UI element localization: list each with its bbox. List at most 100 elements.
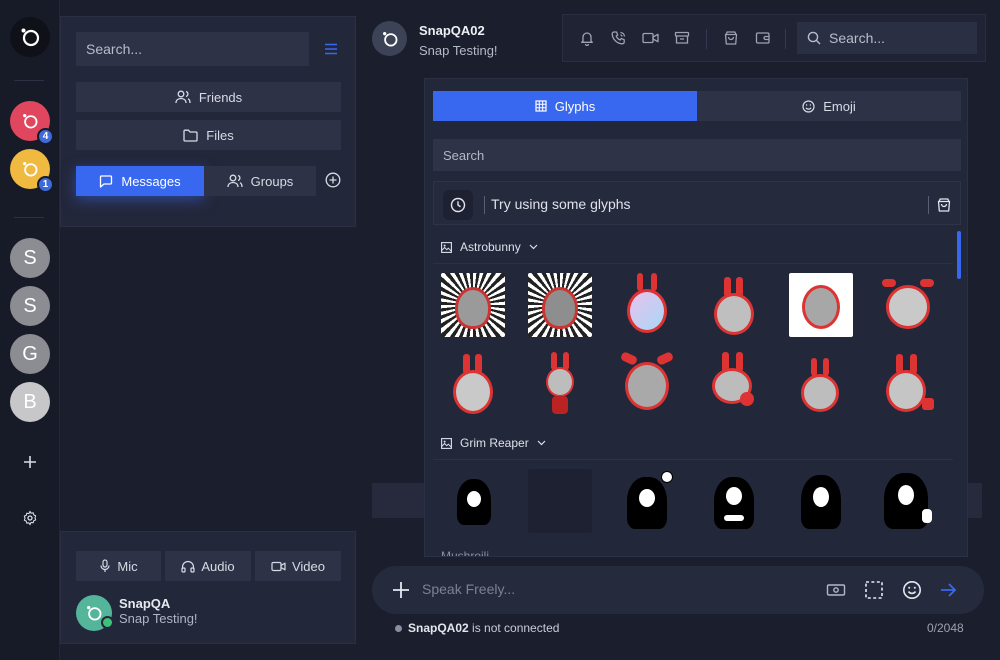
glyph-sticker[interactable] <box>702 469 766 533</box>
server-avatar-2[interactable]: 1 <box>10 149 54 193</box>
try-glyphs-text: Try using some glyphs <box>491 196 631 212</box>
menu-icon[interactable] <box>323 41 339 57</box>
tab-emoji[interactable]: Emoji <box>697 91 961 121</box>
plus-icon <box>24 456 36 468</box>
connection-text: is not connected <box>468 621 560 635</box>
plus-icon[interactable] <box>390 579 412 601</box>
settings-button[interactable] <box>20 508 40 528</box>
glyph-search-input[interactable]: Search <box>433 139 961 171</box>
glyph-sticker[interactable] <box>702 273 766 337</box>
mic-button[interactable]: Mic <box>76 551 161 581</box>
glyph-sticker[interactable] <box>528 352 592 416</box>
recent-button[interactable] <box>443 190 473 220</box>
glyph-sticker[interactable] <box>702 352 766 416</box>
divider <box>484 196 485 214</box>
server-letter-b[interactable]: B <box>10 382 50 422</box>
toolbar-divider <box>706 29 707 49</box>
image-icon <box>441 241 452 253</box>
pack-header-grim-reaper[interactable]: Grim Reaper <box>441 436 546 450</box>
user-name: SnapQA <box>119 596 171 611</box>
files-label: Files <box>206 127 234 143</box>
tab-groups-label: Groups <box>250 173 294 189</box>
server-letter-g[interactable]: G <box>10 334 50 374</box>
users-icon <box>227 174 243 188</box>
glyph-sticker[interactable] <box>789 273 853 337</box>
headphones-icon <box>181 560 195 573</box>
server-rail: 4 1 S S G B <box>0 0 60 660</box>
scrollbar-thumb[interactable] <box>957 231 961 279</box>
add-server-button[interactable] <box>20 452 40 472</box>
chat-avatar[interactable] <box>372 21 407 56</box>
chat-search-input[interactable]: Search... <box>797 22 977 54</box>
bell-icon[interactable] <box>579 30 595 46</box>
glyph-sticker[interactable] <box>441 273 505 337</box>
glyph-sticker[interactable] <box>876 273 940 337</box>
chevron-down-icon <box>537 440 546 446</box>
tab-emoji-label: Emoji <box>823 98 856 114</box>
message-input[interactable]: Speak Freely... <box>422 581 515 597</box>
server-logo-icon <box>23 162 38 177</box>
send-arrow-icon[interactable] <box>938 580 958 600</box>
connection-status: SnapQA02 is not connected <box>408 621 559 635</box>
money-icon[interactable] <box>826 580 846 600</box>
tab-messages[interactable]: Messages <box>76 166 204 196</box>
unread-badge: 4 <box>37 128 54 145</box>
grim-reaper-grid <box>433 459 953 539</box>
connection-dot <box>395 625 402 632</box>
chat-subtitle: Snap Testing! <box>419 43 498 58</box>
mic-icon <box>100 559 110 572</box>
server-logo-icon <box>23 114 38 129</box>
shopping-bag-icon[interactable] <box>936 197 952 213</box>
wallet-icon[interactable] <box>755 30 771 46</box>
audio-label: Audio <box>201 558 235 574</box>
tab-groups[interactable]: Groups <box>204 166 316 196</box>
smile-icon <box>802 99 815 113</box>
glyph-sticker[interactable] <box>789 469 853 533</box>
user-status: Snap Testing! <box>119 611 198 626</box>
smile-icon[interactable] <box>902 580 922 600</box>
glyph-sticker[interactable] <box>615 273 679 337</box>
video-button[interactable]: Video <box>255 551 341 581</box>
tab-glyphs[interactable]: Glyphs <box>433 91 697 121</box>
message-composer: Speak Freely... <box>372 566 984 614</box>
video-icon <box>271 561 286 571</box>
glyph-sticker[interactable] <box>441 469 505 533</box>
pack-header-astrobunny[interactable]: Astrobunny <box>441 240 538 254</box>
image-icon <box>441 437 452 449</box>
divider <box>928 196 929 214</box>
plus-circle-icon[interactable] <box>325 172 341 188</box>
server-avatar-1[interactable]: 4 <box>10 101 54 145</box>
shopping-bag-icon[interactable] <box>723 30 739 46</box>
sidebar-search-input[interactable]: Search... <box>76 32 309 66</box>
search-icon <box>807 31 821 45</box>
recent-glyphs-row: Try using some glyphs <box>433 181 961 225</box>
video-icon[interactable] <box>642 30 659 46</box>
glyph-sticker[interactable] <box>615 352 679 416</box>
sidebar-panel: Search... Friends Files Messages Groups <box>60 16 356 227</box>
glyph-sticker[interactable] <box>528 469 592 533</box>
friends-button[interactable]: Friends <box>76 82 341 112</box>
phone-call-icon[interactable] <box>611 30 627 46</box>
glyph-sticker[interactable] <box>876 469 940 533</box>
app-logo[interactable] <box>10 17 50 57</box>
peer-name: SnapQA02 <box>408 621 469 635</box>
glyph-sticker[interactable] <box>528 273 592 337</box>
server-letter-s[interactable]: S <box>10 286 50 326</box>
users-icon <box>175 90 191 104</box>
glyph-sticker[interactable] <box>615 469 679 533</box>
astrobunny-grid <box>433 263 953 423</box>
mic-label: Mic <box>117 558 138 574</box>
glyph-sticker[interactable] <box>789 352 853 416</box>
archive-icon[interactable] <box>674 30 690 46</box>
server-letter-s[interactable]: S <box>10 238 50 278</box>
glyph-sticker[interactable] <box>876 352 940 416</box>
audio-button[interactable]: Audio <box>165 551 251 581</box>
user-panel: Mic Audio Video SnapQA Snap Testing! <box>60 531 356 644</box>
chat-toolbar: Search... <box>562 14 986 62</box>
glyph-sticker[interactable] <box>441 352 505 416</box>
glyph-select-icon[interactable] <box>864 580 884 600</box>
folder-icon <box>183 129 198 142</box>
online-status-dot <box>101 616 114 629</box>
tab-glyphs-label: Glyphs <box>554 98 596 114</box>
files-button[interactable]: Files <box>76 120 341 150</box>
